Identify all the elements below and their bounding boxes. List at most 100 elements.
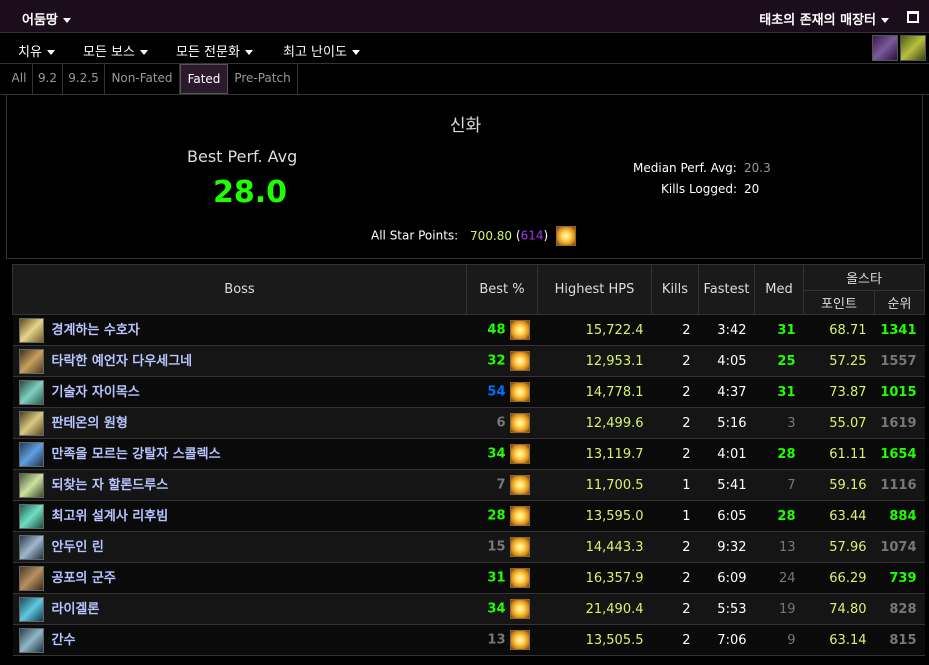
boss-cell[interactable]: 경계하는 수호자 xyxy=(12,314,467,346)
star-icon xyxy=(509,475,530,495)
best-cell: 32 xyxy=(466,345,538,377)
kills-logged-label: Kills Logged: xyxy=(661,182,738,196)
fastest-value: 6:09 xyxy=(698,562,755,594)
table-row[interactable]: 간수 13 13,505.5 2 7:06 9 63.14 815 xyxy=(12,624,925,656)
boss-name: 공포의 군주 xyxy=(51,570,116,586)
top-bar: 어둠땅 태초의 존재의 매장터 xyxy=(0,0,929,33)
kills-value: 2 xyxy=(651,438,699,470)
boss-cell[interactable]: 간수 xyxy=(12,624,467,656)
summary-panel: 신화 Best Perf. Avg 28.0 Median Perf. Avg:… xyxy=(6,95,923,259)
boss-name: 기술자 자이목스 xyxy=(51,384,140,400)
table-row[interactable]: 최고위 설계사 리후빔 28 13,595.0 1 6:05 28 63.44 884 xyxy=(12,500,925,532)
med-value: 28 xyxy=(754,500,804,532)
boss-dropdown[interactable]: 모든 보스 xyxy=(83,41,148,60)
table-row[interactable]: 경계하는 수호자 48 15,722.4 2 3:42 31 68.71 1341 xyxy=(12,314,925,346)
kills-value: 2 xyxy=(651,562,699,594)
tab-fated[interactable]: Fated xyxy=(180,64,228,94)
boss-icon xyxy=(18,503,44,529)
kills-value: 2 xyxy=(651,376,699,408)
boss-cell[interactable]: 되찾는 자 할론드루스 xyxy=(12,469,467,501)
table-row[interactable]: 안두인 린 15 14,443.3 2 9:32 13 57.96 1074 xyxy=(12,531,925,563)
rank-value: 1654 xyxy=(874,438,925,470)
boss-name: 판테온의 원형 xyxy=(51,415,128,431)
star-icon xyxy=(509,630,530,650)
rank-value: 1557 xyxy=(874,345,925,377)
raid-icon[interactable] xyxy=(872,35,898,61)
maximize-icon[interactable] xyxy=(907,11,919,23)
col-rank[interactable]: 순위 xyxy=(873,290,926,315)
boss-cell[interactable]: 안두인 린 xyxy=(12,531,467,563)
fastest-value: 6:05 xyxy=(698,500,755,532)
best-cell: 15 xyxy=(466,531,538,563)
boss-icon xyxy=(18,441,44,467)
table-row[interactable]: 만족을 모르는 강탈자 스콜렉스 34 13,119.7 2 4:01 28 61.11 16… xyxy=(12,438,925,470)
kills-value: 2 xyxy=(651,593,699,625)
med-value: 24 xyxy=(754,562,804,594)
tab-non-fated[interactable]: Non-Fated xyxy=(105,64,180,94)
boss-icon xyxy=(18,348,44,374)
difficulty-dropdown[interactable]: 최고 난이도 xyxy=(283,41,360,60)
character-dropdown[interactable]: 태초의 존재의 매장터 xyxy=(759,9,889,28)
boss-cell[interactable]: 만족을 모르는 강탈자 스콜렉스 xyxy=(12,438,467,470)
table-row[interactable]: 라이겔론 34 21,490.4 2 5:53 19 74.80 828 xyxy=(12,593,925,625)
best-perf-label: Best Perf. Avg xyxy=(187,147,298,166)
boss-cell[interactable]: 라이겔론 xyxy=(12,593,467,625)
med-value: 7 xyxy=(754,469,804,501)
col-hps[interactable]: Highest HPS xyxy=(537,264,652,315)
tab-9-2[interactable]: 9.2 xyxy=(33,64,63,94)
best-cell: 54 xyxy=(466,376,538,408)
star-icon xyxy=(509,444,530,464)
all-star-points-value: 700.80 xyxy=(470,228,513,243)
col-boss[interactable]: Boss xyxy=(12,264,467,315)
table-row[interactable]: 타락한 예언자 다우세그네 32 12,953.1 2 4:05 25 57.25 1557 xyxy=(12,345,925,377)
boss-cell[interactable]: 공포의 군주 xyxy=(12,562,467,594)
col-best[interactable]: Best % xyxy=(466,264,538,315)
fastest-value: 3:42 xyxy=(698,314,755,346)
best-cell: 31 xyxy=(466,562,538,594)
col-fastest[interactable]: Fastest xyxy=(698,264,755,315)
col-med[interactable]: Med xyxy=(754,264,804,315)
table-row[interactable]: 되찾는 자 할론드루스 7 11,700.5 1 5:41 7 59.16 1116 xyxy=(12,469,925,501)
hps-value: 15,722.4 xyxy=(537,314,652,346)
hps-value: 12,953.1 xyxy=(537,345,652,377)
kills-value: 1 xyxy=(651,469,699,501)
boss-cell[interactable]: 기술자 자이목스 xyxy=(12,376,467,408)
metric-dropdown[interactable]: 치유 xyxy=(18,41,55,60)
boss-name: 되찾는 자 할론드루스 xyxy=(51,477,169,493)
table-row[interactable]: 기술자 자이목스 54 14,778.1 2 4:37 31 73.87 1015 xyxy=(12,376,925,408)
zone-dropdown[interactable]: 어둠땅 xyxy=(22,9,71,28)
best-cell: 28 xyxy=(466,500,538,532)
boss-icon xyxy=(18,596,44,622)
boss-label: 모든 보스 xyxy=(83,45,135,60)
character-label: 태초의 존재의 매장터 xyxy=(759,13,876,28)
col-points[interactable]: 포인트 xyxy=(803,290,875,315)
rank-value: 1015 xyxy=(874,376,925,408)
points-value: 63.44 xyxy=(803,500,875,532)
spec-dropdown[interactable]: 모든 전문화 xyxy=(176,41,253,60)
best-cell: 6 xyxy=(466,407,538,439)
boss-cell[interactable]: 최고위 설계사 리후빔 xyxy=(12,500,467,532)
kills-value: 2 xyxy=(651,531,699,563)
boss-name: 라이겔론 xyxy=(51,601,100,617)
table-row[interactable]: 판테온의 원형 6 12,499.6 2 5:16 3 55.07 1619 xyxy=(12,407,925,439)
hps-value: 16,357.9 xyxy=(537,562,652,594)
med-value: 3 xyxy=(754,407,804,439)
best-value: 7 xyxy=(496,477,506,493)
tab-pre-patch[interactable]: Pre-Patch xyxy=(228,64,298,94)
points-value: 66.29 xyxy=(803,562,875,594)
all-star-rank-value: 614 xyxy=(520,228,544,243)
tab-all[interactable]: All xyxy=(6,64,33,94)
rank-value: 884 xyxy=(874,500,925,532)
best-value: 34 xyxy=(487,446,506,462)
boss-cell[interactable]: 판테온의 원형 xyxy=(12,407,467,439)
best-value: 48 xyxy=(487,322,506,338)
all-star-points: All Star Points: 700.80 (614) xyxy=(371,226,576,246)
partition-tabs: All 9.2 9.2.5 Non-Fated Fated Pre-Patch xyxy=(0,64,929,95)
boss-cell[interactable]: 타락한 예언자 다우세그네 xyxy=(12,345,467,377)
tab-9-2-5[interactable]: 9.2.5 xyxy=(63,64,105,94)
key-icon[interactable] xyxy=(900,35,926,61)
boss-icon xyxy=(18,534,44,560)
boss-name: 만족을 모르는 강탈자 스콜렉스 xyxy=(51,446,221,462)
col-kills[interactable]: Kills xyxy=(651,264,699,315)
table-row[interactable]: 공포의 군주 31 16,357.9 2 6:09 24 66.29 739 xyxy=(12,562,925,594)
